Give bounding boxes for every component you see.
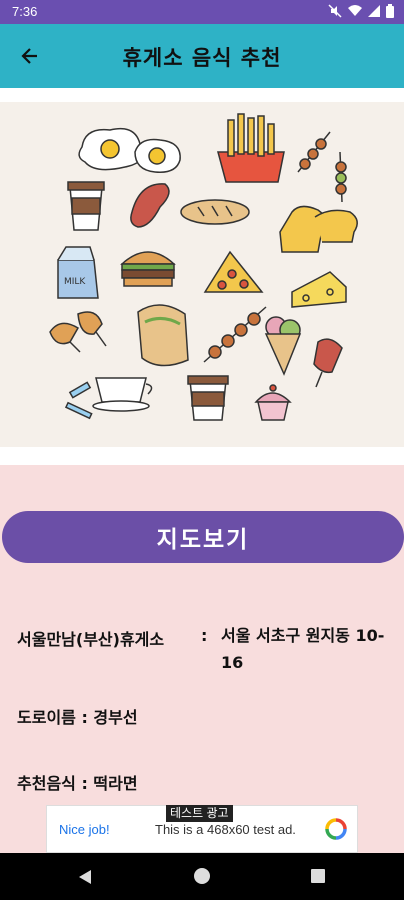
ad-text: This is a 468x60 test ad. bbox=[155, 822, 296, 837]
colon-separator: : bbox=[201, 626, 208, 645]
battery-icon bbox=[386, 4, 394, 18]
nav-back-icon[interactable] bbox=[78, 869, 92, 885]
nav-home-icon[interactable] bbox=[193, 867, 211, 885]
ad-test-label: 테스트 광고 bbox=[166, 805, 233, 822]
nav-recent-icon[interactable] bbox=[311, 869, 325, 883]
recommended-food: 추천음식 : 떡라면 bbox=[17, 774, 138, 793]
rest-area-name: 서울만남(부산)휴게소 bbox=[17, 630, 165, 649]
mute-icon bbox=[328, 4, 342, 18]
ad-logo-icon bbox=[325, 818, 347, 840]
rest-area-address: 서울 서초구 원지동 10-16 bbox=[221, 626, 385, 672]
milk-label: MILK bbox=[64, 277, 86, 287]
ad-nice-text: Nice job! bbox=[59, 822, 110, 837]
app-bar: 휴게소 음식 추천 bbox=[0, 24, 404, 88]
status-time: 7:36 bbox=[12, 4, 38, 19]
road-name: 도로이름 : 경부선 bbox=[17, 708, 138, 727]
view-map-button[interactable]: 지도보기 bbox=[2, 511, 404, 563]
divider bbox=[0, 447, 404, 465]
divider bbox=[0, 88, 404, 102]
food-illustration: MILK bbox=[0, 102, 404, 447]
system-nav-bar bbox=[0, 853, 404, 900]
status-icons bbox=[328, 4, 394, 18]
food-doodles: MILK bbox=[49, 113, 358, 421]
wifi-icon bbox=[348, 5, 362, 16]
signal-icon bbox=[368, 5, 380, 17]
status-bar: 7:36 bbox=[0, 0, 404, 24]
page-title: 휴게소 음식 추천 bbox=[122, 46, 282, 70]
